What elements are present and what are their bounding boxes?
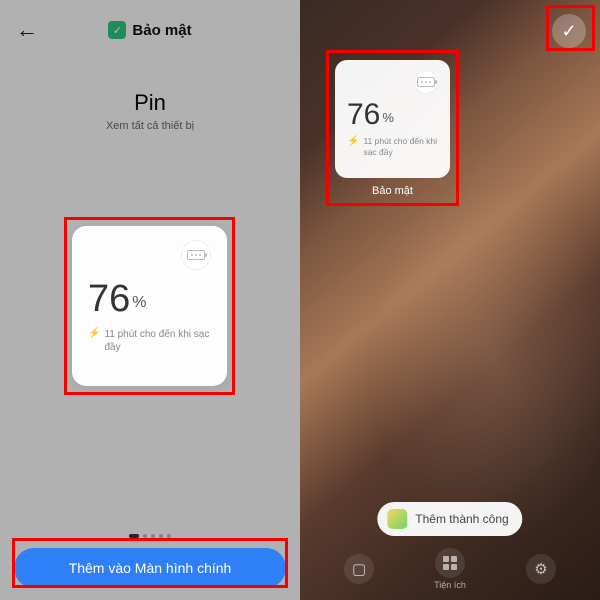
dock-wallpaper[interactable]: ▢ [344, 554, 374, 584]
lightning-icon: ⚡ [347, 136, 359, 147]
cta-label: Thêm vào Màn hình chính [69, 560, 232, 576]
dock-label: Tiện ích [434, 580, 466, 590]
battery-icon [414, 70, 438, 94]
battery-percent: 76 % [347, 100, 438, 130]
gear-icon: ⚙ [526, 554, 556, 584]
charging-text: 11 phút cho đến khi sạc đầy [363, 136, 438, 158]
battery-percent: 76 % [88, 280, 211, 318]
percent-sign: % [382, 110, 394, 125]
percent-sign: % [132, 294, 146, 312]
placed-battery-widget[interactable]: 76 % ⚡ 11 phút cho đến khi sạc đầy [335, 60, 450, 178]
dock-widgets[interactable]: Tiện ích [434, 548, 466, 590]
top-bar: ← ✓ Bảo mật [0, 0, 300, 60]
security-app-icon: ✓ [108, 21, 126, 39]
app-title: Bảo mật [132, 22, 191, 39]
widget-preview-screen: ← ✓ Bảo mật Pin Xem tất cả thiết bị 76 %… [0, 0, 300, 600]
picture-icon: ▢ [344, 554, 374, 584]
homescreen-edit: ✓ 76 % ⚡ 11 phút cho đến khi sạc đầy Bảo… [300, 0, 600, 600]
page-indicator [0, 534, 300, 538]
widgets-icon [435, 548, 465, 578]
percent-value: 76 [347, 100, 380, 130]
charging-status: ⚡ 11 phút cho đến khi sạc đầy [347, 136, 438, 158]
section-title: Pin [0, 90, 300, 116]
confirm-button[interactable]: ✓ [552, 14, 586, 48]
success-toast: Thêm thành công [377, 502, 522, 536]
percent-value: 76 [88, 280, 130, 318]
page-dot [143, 534, 147, 538]
lightning-icon: ⚡ [88, 328, 100, 339]
page-dot [159, 534, 163, 538]
battery-icon [181, 240, 211, 270]
page-dot [151, 534, 155, 538]
bottom-dock: ▢ Tiện ích ⚙ [300, 548, 600, 590]
dock-settings[interactable]: ⚙ [526, 554, 556, 584]
section-header: Pin Xem tất cả thiết bị [0, 90, 300, 132]
toast-text: Thêm thành công [415, 512, 508, 526]
add-to-homescreen-button[interactable]: Thêm vào Màn hình chính [14, 548, 286, 588]
page-dot [129, 534, 139, 538]
app-title-group: ✓ Bảo mật [0, 21, 300, 39]
charging-status: ⚡ 11 phút cho đến khi sạc đầy [88, 328, 211, 354]
section-subtitle: Xem tất cả thiết bị [0, 120, 300, 132]
checkmark-icon: ✓ [561, 21, 576, 42]
widget-label: Bảo mật [335, 185, 450, 197]
page-dot [167, 534, 171, 538]
charging-text: 11 phút cho đến khi sạc đầy [104, 328, 211, 354]
toast-icon [387, 509, 407, 529]
battery-widget-preview[interactable]: 76 % ⚡ 11 phút cho đến khi sạc đầy [72, 226, 227, 386]
